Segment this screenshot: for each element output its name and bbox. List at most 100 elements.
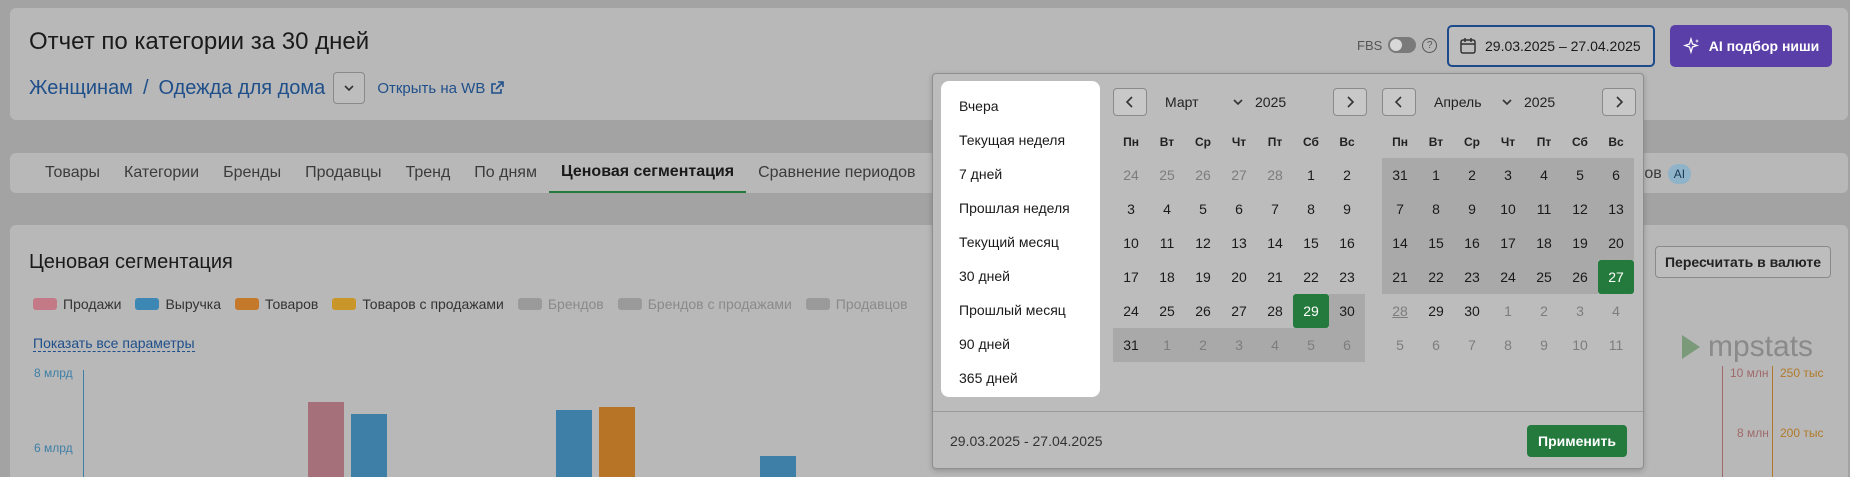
calendar-day[interactable]: 27 xyxy=(1221,294,1257,328)
recalc-currency-button[interactable]: Пересчитать в валюте xyxy=(1655,246,1831,278)
calendar-day[interactable]: 26 xyxy=(1185,158,1221,192)
calendar-day[interactable]: 30 xyxy=(1454,294,1490,328)
tab-trend[interactable]: Тренд xyxy=(393,153,462,193)
calendar-day[interactable]: 5 xyxy=(1185,192,1221,226)
calendar-day[interactable]: 6 xyxy=(1418,328,1454,362)
calendar-day[interactable]: 9 xyxy=(1329,192,1365,226)
calendar-day[interactable]: 21 xyxy=(1257,260,1293,294)
calendar-day[interactable]: 4 xyxy=(1257,328,1293,362)
calendar-day[interactable]: 18 xyxy=(1526,226,1562,260)
calendar-day[interactable]: 27 xyxy=(1221,158,1257,192)
calendar-day[interactable]: 19 xyxy=(1185,260,1221,294)
calendar-day[interactable]: 25 xyxy=(1149,294,1185,328)
calendar-day[interactable]: 6 xyxy=(1598,158,1634,192)
breadcrumb-item-homewear[interactable]: Одежда для дома xyxy=(159,77,326,100)
calendar-day[interactable]: 24 xyxy=(1113,294,1149,328)
calendar-day[interactable]: 3 xyxy=(1562,294,1598,328)
month-select[interactable]: Апрель xyxy=(1434,94,1512,110)
calendar-day[interactable]: 16 xyxy=(1329,226,1365,260)
calendar-day[interactable]: 3 xyxy=(1221,328,1257,362)
preset-7-days[interactable]: 7 дней xyxy=(941,157,1100,191)
calendar-day[interactable]: 8 xyxy=(1418,192,1454,226)
calendar-day[interactable]: 10 xyxy=(1562,328,1598,362)
calendar-day[interactable]: 15 xyxy=(1418,226,1454,260)
legend-item-sellers[interactable]: Продавцов xyxy=(805,296,908,312)
preset-last-month[interactable]: Прошлый месяц xyxy=(941,293,1100,327)
calendar-day[interactable]: 3 xyxy=(1113,192,1149,226)
calendar-day[interactable]: 11 xyxy=(1598,328,1634,362)
calendar-day[interactable]: 5 xyxy=(1382,328,1418,362)
calendar-day[interactable]: 22 xyxy=(1418,260,1454,294)
prev-month-button[interactable] xyxy=(1113,88,1147,116)
calendar-day[interactable]: 22 xyxy=(1293,260,1329,294)
calendar-day[interactable]: 29 xyxy=(1293,294,1329,328)
calendar-day[interactable]: 7 xyxy=(1382,192,1418,226)
calendar-day[interactable]: 8 xyxy=(1490,328,1526,362)
calendar-day[interactable]: 21 xyxy=(1382,260,1418,294)
calendar-day[interactable]: 12 xyxy=(1185,226,1221,260)
calendar-day[interactable]: 25 xyxy=(1526,260,1562,294)
ai-niche-button[interactable]: AI подбор ниши xyxy=(1670,25,1832,67)
calendar-day[interactable]: 29 xyxy=(1418,294,1454,328)
preset-90-days[interactable]: 90 дней xyxy=(941,327,1100,361)
calendar-day[interactable]: 23 xyxy=(1454,260,1490,294)
calendar-day[interactable]: 9 xyxy=(1526,328,1562,362)
breadcrumb-item-women[interactable]: Женщинам xyxy=(29,77,133,100)
year-select[interactable]: 2025 xyxy=(1255,94,1311,110)
category-dropdown-button[interactable] xyxy=(333,72,366,104)
calendar-day[interactable]: 14 xyxy=(1382,226,1418,260)
calendar-day[interactable]: 10 xyxy=(1490,192,1526,226)
calendar-day[interactable]: 10 xyxy=(1113,226,1149,260)
prev-month-button[interactable] xyxy=(1382,88,1416,116)
calendar-day[interactable]: 24 xyxy=(1113,158,1149,192)
tab-by-days[interactable]: По дням xyxy=(462,153,549,193)
calendar-day[interactable]: 6 xyxy=(1329,328,1365,362)
calendar-day[interactable]: 11 xyxy=(1149,226,1185,260)
calendar-day[interactable]: 9 xyxy=(1454,192,1490,226)
calendar-day[interactable]: 7 xyxy=(1257,192,1293,226)
calendar-day[interactable]: 27 xyxy=(1598,260,1634,294)
next-month-button[interactable] xyxy=(1333,88,1367,116)
calendar-day[interactable]: 1 xyxy=(1418,158,1454,192)
legend-item-brands-with-sales[interactable]: Брендов с продажами xyxy=(617,296,792,312)
show-all-params-link[interactable]: Показать все параметры xyxy=(33,335,195,352)
next-month-button[interactable] xyxy=(1602,88,1636,116)
fbs-toggle[interactable] xyxy=(1388,37,1417,53)
calendar-day[interactable]: 12 xyxy=(1562,192,1598,226)
year-select[interactable]: 2025 xyxy=(1524,94,1580,110)
calendar-day[interactable]: 23 xyxy=(1329,260,1365,294)
calendar-day[interactable]: 19 xyxy=(1562,226,1598,260)
legend-item-revenue[interactable]: Выручка xyxy=(135,296,221,312)
calendar-day[interactable]: 15 xyxy=(1293,226,1329,260)
legend-item-products[interactable]: Товаров xyxy=(235,296,318,312)
calendar-day[interactable]: 5 xyxy=(1562,158,1598,192)
preset-30-days[interactable]: 30 дней xyxy=(941,259,1100,293)
calendar-day[interactable]: 1 xyxy=(1293,158,1329,192)
calendar-day[interactable]: 28 xyxy=(1257,158,1293,192)
tab-price-segmentation[interactable]: Ценовая сегментация xyxy=(548,153,747,193)
tab-products[interactable]: Товары xyxy=(33,153,112,193)
calendar-day[interactable]: 18 xyxy=(1149,260,1185,294)
preset-last-week[interactable]: Прошлая неделя xyxy=(941,191,1100,225)
tab-categories[interactable]: Категории xyxy=(112,153,211,193)
tab-period-comparison[interactable]: Сравнение периодов xyxy=(746,153,927,193)
calendar-day[interactable]: 2 xyxy=(1526,294,1562,328)
calendar-day[interactable]: 13 xyxy=(1598,192,1634,226)
calendar-day[interactable]: 26 xyxy=(1185,294,1221,328)
legend-item-brands[interactable]: Брендов xyxy=(517,296,604,312)
calendar-day[interactable]: 4 xyxy=(1149,192,1185,226)
calendar-day[interactable]: 31 xyxy=(1382,158,1418,192)
calendar-day[interactable]: 5 xyxy=(1293,328,1329,362)
calendar-day[interactable]: 13 xyxy=(1221,226,1257,260)
calendar-day[interactable]: 7 xyxy=(1454,328,1490,362)
calendar-day[interactable]: 24 xyxy=(1490,260,1526,294)
calendar-day[interactable]: 31 xyxy=(1113,328,1149,362)
open-wb-link[interactable]: Открыть на WB xyxy=(377,80,505,97)
date-range-field[interactable]: 29.03.2025 – 27.04.2025 xyxy=(1447,25,1655,67)
calendar-day[interactable]: 30 xyxy=(1329,294,1365,328)
tab-brands[interactable]: Бренды xyxy=(211,153,293,193)
calendar-day[interactable]: 25 xyxy=(1149,158,1185,192)
tab-sellers[interactable]: Продавцы xyxy=(293,153,393,193)
calendar-day[interactable]: 3 xyxy=(1490,158,1526,192)
calendar-day[interactable]: 2 xyxy=(1185,328,1221,362)
